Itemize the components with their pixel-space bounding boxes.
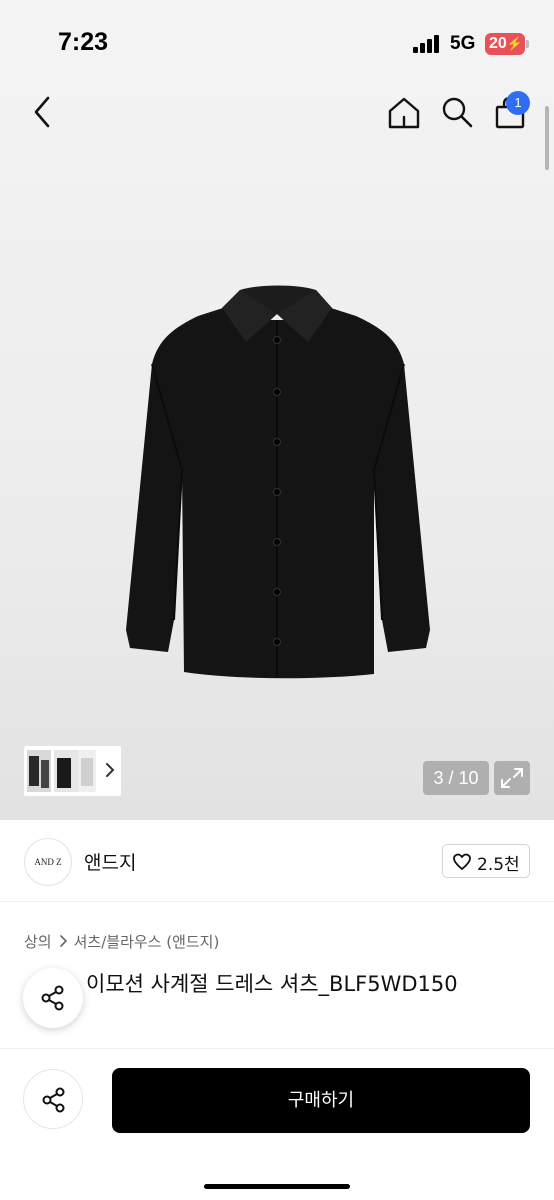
signal-icon bbox=[413, 35, 443, 53]
like-count: 2.5천 bbox=[477, 855, 520, 875]
like-button[interactable]: 2.5천 bbox=[442, 844, 530, 878]
back-icon[interactable] bbox=[28, 92, 56, 132]
brand-row: AND Z 앤드지 2.5천 bbox=[0, 820, 554, 902]
home-indicator bbox=[204, 1184, 350, 1189]
breadcrumb: 상의 셔츠/블라우스 (앤드지) bbox=[24, 930, 219, 952]
brand-logo[interactable]: AND Z bbox=[24, 838, 72, 886]
chevron-right-icon[interactable] bbox=[104, 761, 116, 779]
scroll-indicator bbox=[545, 106, 549, 170]
share-icon bbox=[41, 985, 64, 1011]
breadcrumb-category[interactable]: 상의 bbox=[24, 931, 52, 952]
cart-count-badge: 1 bbox=[506, 91, 530, 115]
breadcrumb-subcategory[interactable]: 셔츠/블라우스 (앤드지) bbox=[74, 931, 220, 952]
network-type: 5G bbox=[450, 33, 476, 54]
thumbnail-image bbox=[54, 750, 78, 792]
expand-icon[interactable] bbox=[494, 761, 530, 795]
heart-icon bbox=[453, 853, 471, 870]
status-time: 7:23 bbox=[58, 28, 109, 56]
bottom-action-bar: 구매하기 bbox=[0, 1048, 554, 1200]
battery-cap bbox=[526, 40, 529, 48]
brand-name[interactable]: 앤드지 bbox=[84, 848, 136, 875]
product-image-shirt bbox=[126, 285, 430, 679]
battery-icon: 20⚡ bbox=[485, 33, 525, 55]
chevron-right-icon bbox=[59, 935, 67, 947]
thumbnail-image bbox=[27, 750, 51, 792]
search-icon[interactable] bbox=[440, 95, 474, 129]
status-bar: 7:23 5G 20⚡ bbox=[0, 0, 554, 84]
buy-button[interactable]: 구매하기 bbox=[112, 1068, 530, 1133]
product-title: 이모션 사계절 드레스 셔츠_BLF5WD150 bbox=[86, 972, 458, 996]
share-icon bbox=[42, 1087, 65, 1113]
share-floating-button[interactable] bbox=[23, 968, 83, 1028]
share-button[interactable] bbox=[23, 1069, 83, 1129]
thumbnail-strip[interactable] bbox=[24, 746, 121, 796]
home-icon[interactable] bbox=[386, 95, 422, 131]
battery-level: 20 bbox=[489, 35, 507, 52]
image-page-counter: 3 / 10 bbox=[423, 761, 489, 795]
thumbnail-image bbox=[78, 750, 96, 792]
